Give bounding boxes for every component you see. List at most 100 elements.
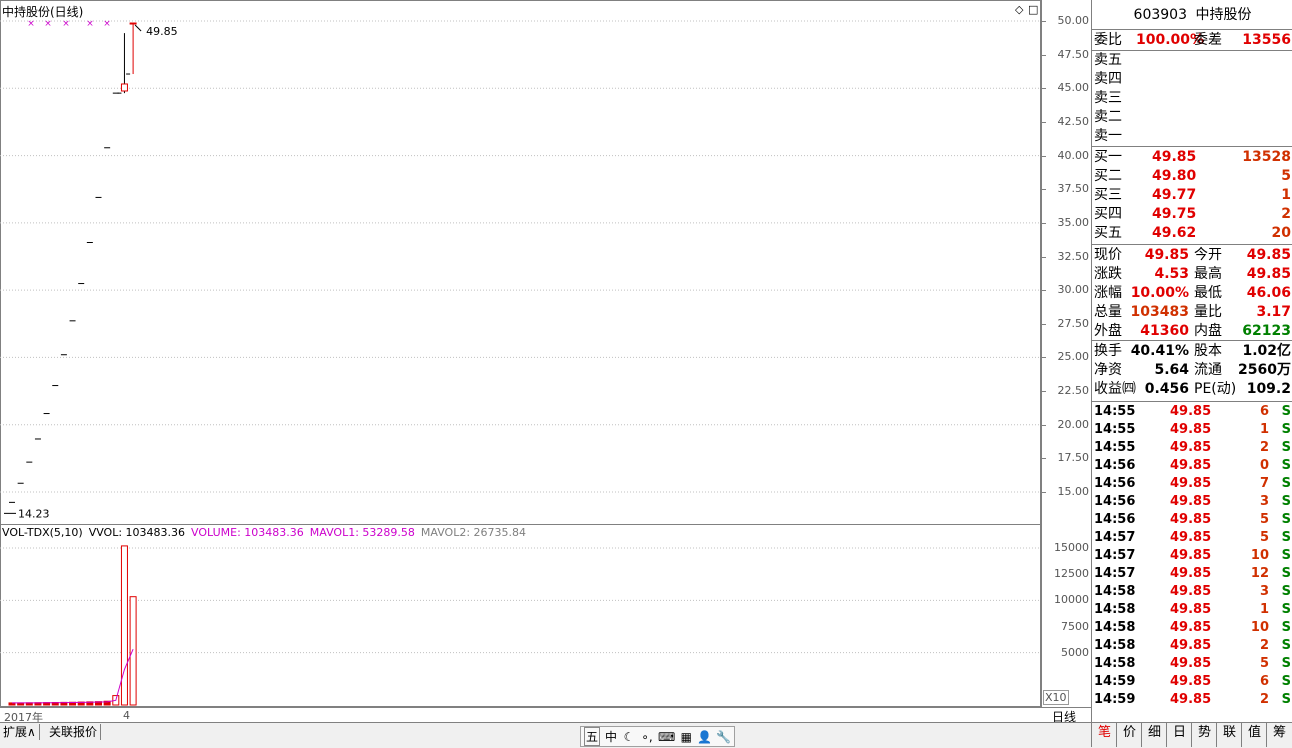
- stat-row: 涨跌 4.53 最高 49.85: [1094, 265, 1291, 284]
- right-tab[interactable]: 细: [1141, 723, 1167, 747]
- price-axis: 50.00 47.50 45.00 42.50 40.00 37.50 35.00 32.50…: [1015, 0, 1092, 707]
- candles: × × × × ×: [9, 19, 137, 503]
- stat-row: 涨幅 10.00% 最低 46.06: [1094, 284, 1291, 303]
- tick-volume: 6: [1259, 674, 1269, 689]
- stat-value: 41360: [1140, 323, 1189, 339]
- buy-price: 49.85: [1152, 149, 1197, 165]
- stat-value: 49.85: [1246, 266, 1291, 282]
- buy-row: 买五 49.62 20: [1094, 224, 1291, 243]
- tab-expand[interactable]: 扩展∧: [0, 724, 40, 740]
- vvol-value: VVOL: 103483.36: [88, 526, 186, 539]
- weibi-row: 委比 100.00% 委差 13556: [1094, 32, 1291, 48]
- stat-label: 内盘: [1194, 323, 1222, 339]
- tick-side: S: [1281, 584, 1291, 599]
- tick-side: S: [1281, 530, 1291, 545]
- tick-side: S: [1281, 602, 1291, 617]
- keyboard-icon[interactable]: ⌨: [658, 730, 675, 744]
- price-axis-label: 45.00: [1057, 81, 1090, 95]
- tick-row: 14:57 49.85 5 S: [1094, 529, 1291, 547]
- stat-row: 外盘 41360 内盘 62123: [1094, 322, 1291, 341]
- tick-volume: 10: [1250, 548, 1269, 563]
- buy-row: 买三 49.77 1: [1094, 186, 1291, 205]
- tick-volume: 0: [1259, 458, 1269, 473]
- stat-row: 换手 40.41% 股本 1.02亿: [1094, 342, 1291, 361]
- buy-label: 买五: [1094, 225, 1122, 241]
- tick-row: 14:55 49.85 1 S: [1094, 421, 1291, 439]
- toolbar-middle-button[interactable]: 中: [604, 728, 618, 745]
- tick-time: 14:58: [1094, 620, 1136, 635]
- user-icon[interactable]: 👤: [697, 730, 712, 744]
- price-axis-label: 35.00: [1057, 215, 1090, 229]
- tick-price: 49.85: [1170, 656, 1212, 671]
- sell-row: 卖一: [1094, 127, 1291, 146]
- price-markers: 49.85 14.23: [4, 24, 178, 520]
- sell-row: 卖三: [1094, 89, 1291, 108]
- price-axis-label: 22.50: [1057, 384, 1090, 398]
- right-tab[interactable]: 笔: [1091, 723, 1117, 747]
- grid-icon[interactable]: ▦: [679, 730, 693, 744]
- price-axis-label: 50.00: [1057, 14, 1090, 27]
- tick-price: 49.85: [1170, 692, 1212, 707]
- price-axis-label: 42.50: [1057, 114, 1090, 128]
- tick-volume: 7: [1259, 476, 1269, 491]
- limit-up-marker: ×: [44, 19, 52, 29]
- tick-time: 14:55: [1094, 440, 1136, 455]
- volume-axis-label: 5000: [1061, 645, 1089, 659]
- tick-row: 14:56 49.85 5 S: [1094, 511, 1291, 529]
- tick-side: S: [1281, 638, 1291, 653]
- moon-icon[interactable]: ☾: [622, 730, 636, 744]
- stat-label: 收益㈣: [1094, 381, 1136, 397]
- right-tab[interactable]: 势: [1191, 723, 1217, 747]
- tick-price: 49.85: [1170, 512, 1212, 527]
- tick-time: 14:58: [1094, 638, 1136, 653]
- kline-chart[interactable]: × × × × × 49.85 14.23: [0, 0, 1041, 707]
- tick-price: 49.85: [1170, 674, 1212, 689]
- diamond-icon[interactable]: ◇: [1015, 3, 1023, 16]
- stat-label: 今开: [1194, 247, 1222, 263]
- stat-label: 总量: [1094, 304, 1122, 320]
- limit-up-marker: ×: [62, 19, 70, 29]
- tick-side: S: [1281, 656, 1291, 671]
- minus-icon[interactable]: □: [1028, 3, 1038, 16]
- tick-time: 14:56: [1094, 512, 1136, 527]
- tick-side: S: [1281, 620, 1291, 635]
- buy-label: 买三: [1094, 187, 1122, 203]
- tick-row: 14:57 49.85 12 S: [1094, 565, 1291, 583]
- right-tab[interactable]: 日: [1166, 723, 1192, 747]
- tick-side: S: [1281, 566, 1291, 581]
- stat-value: 2560万: [1238, 362, 1291, 378]
- right-tab[interactable]: 联: [1216, 723, 1242, 747]
- tick-row: 14:58 49.85 5 S: [1094, 655, 1291, 673]
- right-tab[interactable]: 值: [1241, 723, 1267, 747]
- volume-bar: [129, 596, 137, 706]
- right-tab[interactable]: 筹: [1266, 723, 1292, 747]
- tick-volume: 5: [1259, 656, 1269, 671]
- tick-price: 49.85: [1170, 602, 1212, 617]
- dot-icon[interactable]: ∘,: [640, 730, 654, 744]
- tick-row: 14:58 49.85 1 S: [1094, 601, 1291, 619]
- buy-label: 买四: [1094, 206, 1122, 222]
- wrench-icon[interactable]: 🔧: [716, 730, 731, 744]
- high-marker-label: 49.85: [146, 25, 178, 38]
- sell-label: 卖四: [1094, 71, 1122, 87]
- toolbar-five-button[interactable]: 五: [584, 727, 600, 746]
- right-tab[interactable]: 价: [1116, 723, 1142, 747]
- stat-label: 最低: [1194, 285, 1222, 301]
- tick-side: S: [1281, 476, 1291, 491]
- tick-price: 49.85: [1170, 404, 1212, 419]
- volume-legend: VOL-TDX(5,10) VVOL: 103483.36 VOLUME: 1034…: [2, 526, 532, 539]
- tick-side: S: [1281, 674, 1291, 689]
- stat-label: 最高: [1194, 266, 1222, 282]
- buy-volume: 20: [1271, 225, 1291, 241]
- sell-row: 卖四: [1094, 70, 1291, 89]
- tick-side: S: [1281, 692, 1291, 707]
- stat-label: 外盘: [1094, 323, 1122, 339]
- tick-volume: 12: [1250, 566, 1269, 581]
- stat-label: 股本: [1194, 343, 1222, 359]
- price-axis-label: 27.50: [1057, 316, 1090, 330]
- tab-related-quotes[interactable]: 关联报价: [46, 724, 102, 740]
- buy-price: 49.75: [1152, 206, 1197, 222]
- stat-value: 1.02亿: [1242, 343, 1291, 359]
- price-axis-label: 32.50: [1057, 249, 1090, 263]
- tick-side: S: [1281, 512, 1291, 527]
